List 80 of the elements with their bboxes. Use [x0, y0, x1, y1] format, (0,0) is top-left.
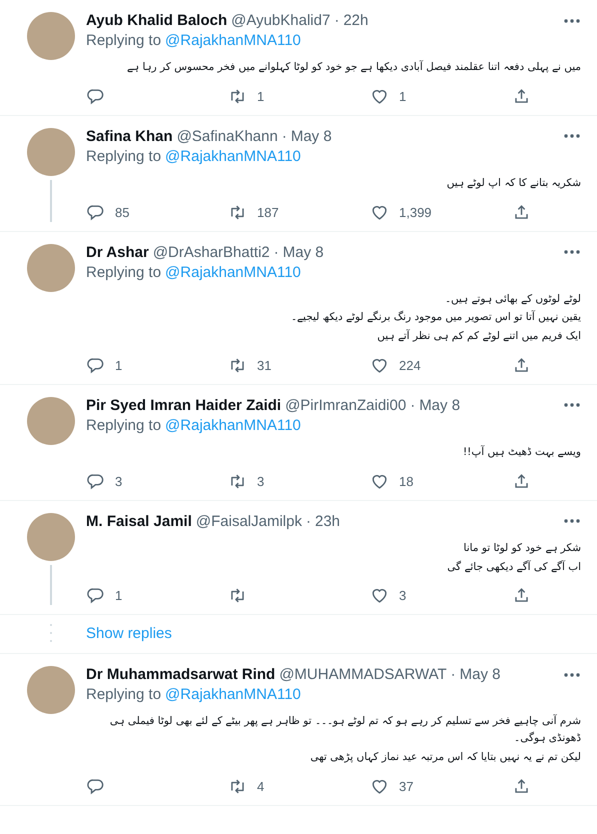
replying-label: Replying to: [86, 264, 162, 281]
more-icon[interactable]: [563, 672, 581, 678]
separator-dot: ·: [306, 512, 311, 530]
replying-label: Replying to: [86, 416, 162, 434]
author-name[interactable]: Safina Khan: [86, 128, 173, 145]
like-count: 224: [399, 358, 421, 373]
reply-icon[interactable]: [86, 586, 105, 606]
more-icon[interactable]: [563, 402, 581, 408]
share-icon[interactable]: [512, 86, 531, 106]
reply-icon[interactable]: [86, 356, 105, 375]
reply-icon[interactable]: [86, 472, 105, 491]
reply-count: 1: [115, 358, 122, 373]
share-icon[interactable]: [512, 472, 531, 491]
like-count: 1,399: [399, 204, 432, 220]
author-name[interactable]: Ayub Khalid Baloch: [86, 12, 228, 29]
tweet-text: شرم آنی چاہیے فخر سے تسلیم کر رہے ہو کہ تم لوٹے ہو۔۔۔ تو ظاہر ہے پھر بیٹے کے لئے بھی لوٹا فیملی ہی ڈھونڈی ہوگی۔: [108, 713, 581, 746]
retweet-icon[interactable]: [228, 356, 247, 375]
more-icon[interactable]: [563, 249, 581, 256]
like-count: 37: [399, 778, 414, 794]
separator-dot: ·: [274, 244, 279, 261]
separator-dot: ·: [282, 128, 287, 145]
author-name[interactable]: M. Faisal Jamil: [86, 512, 192, 530]
retweet-count: 4: [257, 778, 264, 794]
tweet-text: شکریہ بتانے کا کہ اپ لوٹے ہیں: [446, 176, 581, 191]
author-name[interactable]: Dr Ashar: [86, 244, 149, 261]
more-icon[interactable]: [563, 133, 581, 140]
tweet-text: شکر ہے خود کو لوٹا تو مانا: [462, 540, 581, 556]
reply-count: 85: [115, 204, 130, 220]
tweet-time[interactable]: 22h: [343, 12, 368, 29]
reply-icon[interactable]: [86, 776, 105, 796]
replying-label: Replying to: [86, 32, 162, 49]
tweet-text: لوٹے لوٹوں کے بھائی ہوتے ہیں۔: [444, 292, 581, 307]
tweet-time[interactable]: May 8: [419, 396, 460, 414]
like-count: 18: [399, 474, 414, 489]
reply-count: 3: [115, 474, 122, 489]
tweet-text: اب آگے کی آگے دیکھی جائے گی: [446, 559, 581, 575]
more-icon[interactable]: [563, 518, 581, 524]
tweet-time[interactable]: May 8: [290, 128, 332, 145]
author-handle[interactable]: @SafinaKhann: [176, 128, 278, 145]
author-handle[interactable]: @MUHAMMADSARWAT: [279, 666, 447, 684]
retweet-count: 187: [257, 204, 279, 220]
reply-icon[interactable]: [86, 202, 105, 222]
replying-label: Replying to: [86, 148, 162, 165]
replying-label: Replying to: [86, 686, 162, 704]
tweet-text: میں نے پہلی دفعہ اتنا عقلمند فیصل آبادی دیکھا ہے جو خود کو لوٹا کہلوانے میں فخر محسوس کر رہا ہے: [126, 59, 581, 75]
thread-line: [50, 180, 52, 222]
share-icon[interactable]: [512, 202, 531, 222]
author-handle[interactable]: @PirImranZaidi00: [285, 396, 406, 414]
tweet-time[interactable]: 23h: [314, 512, 340, 530]
separator-dot: ·: [450, 666, 456, 684]
tweet-text: ایک فریم میں اتنے لوٹے کم کم ہی نظر آتے ہیں: [376, 328, 581, 344]
thread-line: [50, 564, 52, 606]
author-handle[interactable]: @AyubKhalid7: [231, 12, 330, 29]
tweet-time[interactable]: May 8: [460, 666, 501, 684]
author-name[interactable]: Dr Muhammadsarwat Rind: [86, 666, 276, 684]
retweet-icon[interactable]: [228, 86, 247, 106]
retweet-icon[interactable]: [228, 202, 247, 222]
share-icon[interactable]: [512, 356, 531, 375]
author-handle[interactable]: @FaisalJamilpk: [196, 512, 302, 530]
separator-dot: ·: [410, 396, 416, 414]
share-icon[interactable]: [512, 776, 531, 796]
reply-icon[interactable]: [86, 86, 105, 106]
reply-count: 1: [115, 588, 122, 604]
tweet-text: یقین نہیں آتا تو اس تصویر میں موجود رنگ برنگے لوٹے دیکھ لیجیے۔: [290, 309, 581, 326]
like-count: 1: [399, 88, 406, 104]
author-name[interactable]: Pir Syed Imran Haider Zaidi: [86, 396, 282, 414]
like-count: 3: [399, 588, 406, 604]
retweet-icon[interactable]: [228, 472, 247, 491]
retweet-icon[interactable]: [228, 776, 247, 796]
like-icon[interactable]: [370, 586, 389, 606]
tweet-text: ویسے بہت ڈھیٹ ہیں آپ!!: [462, 444, 581, 460]
retweet-count: 31: [257, 358, 272, 373]
retweet-icon[interactable]: [228, 586, 247, 606]
more-icon[interactable]: [563, 18, 581, 24]
separator-dot: ·: [334, 12, 340, 29]
tweet-text: لیکن تم نے یہ نہیں بتایا کہ اس مرتبہ عید نماز کہاں پڑھی تھی: [309, 750, 581, 765]
retweet-count: 3: [257, 474, 264, 489]
tweet-time[interactable]: May 8: [282, 244, 324, 261]
author-handle[interactable]: @DrAsharBhatti2: [152, 244, 270, 261]
retweet-count: 1: [257, 88, 264, 104]
